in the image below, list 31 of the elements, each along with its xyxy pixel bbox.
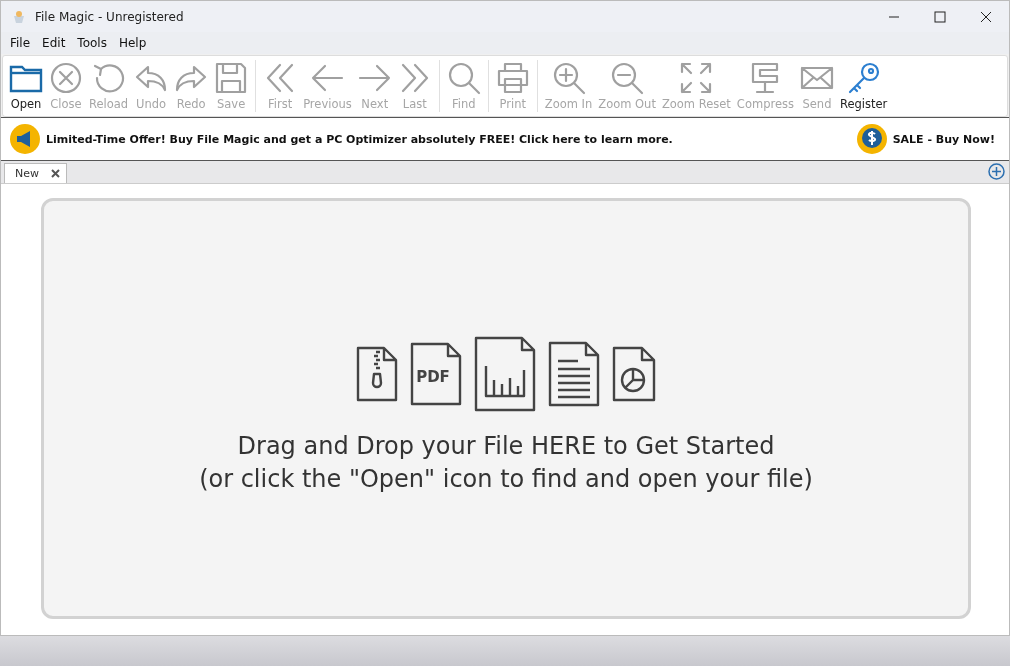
close-tab-icon[interactable] [51, 169, 60, 178]
app-icon [11, 8, 27, 25]
toolbar-button[interactable]: Register [836, 61, 891, 111]
add-tab-icon[interactable] [988, 163, 1005, 180]
reload-icon [91, 61, 126, 95]
save-icon [214, 61, 249, 95]
chart-file-icon [474, 335, 536, 412]
zoomout-icon [610, 61, 645, 95]
sale-link[interactable]: SALE - Buy Now! [892, 132, 995, 146]
zip-file-icon [356, 345, 398, 402]
drop-headline: Drag and Drop your File HERE to Get Started [237, 430, 775, 462]
window-title: File Magic - Unregistered [35, 9, 185, 24]
menu-item[interactable]: Help [112, 34, 153, 52]
drop-hint: (or click the "Open" icon to find and open your file) [199, 463, 813, 495]
document-tab[interactable]: New [4, 163, 67, 183]
toolbar-button[interactable]: Open [6, 61, 46, 111]
zoomin-icon [551, 61, 586, 95]
zoomreset-icon [679, 61, 714, 95]
print-icon [495, 61, 530, 95]
find-icon [446, 61, 481, 95]
megaphone-icon [9, 123, 41, 155]
menu-item[interactable]: Tools [71, 34, 113, 52]
menu-item[interactable]: File [4, 34, 37, 52]
dollar-icon [855, 123, 888, 155]
document-file-icon [548, 340, 600, 407]
menu-item[interactable]: Edit [36, 34, 72, 52]
offer-link[interactable]: Limited-Time Offer! Buy File Magic and get a PC Optimizer absolutely FREE! Click here to learn more. [46, 132, 851, 146]
close-icon [49, 61, 83, 95]
drop-zone[interactable]: PDF Drag and Drop your File HERE to Get Started (or click the "Open" icon to find and open your file) [41, 198, 971, 619]
key-icon [846, 61, 881, 95]
pie-chart-file-icon [612, 345, 656, 402]
